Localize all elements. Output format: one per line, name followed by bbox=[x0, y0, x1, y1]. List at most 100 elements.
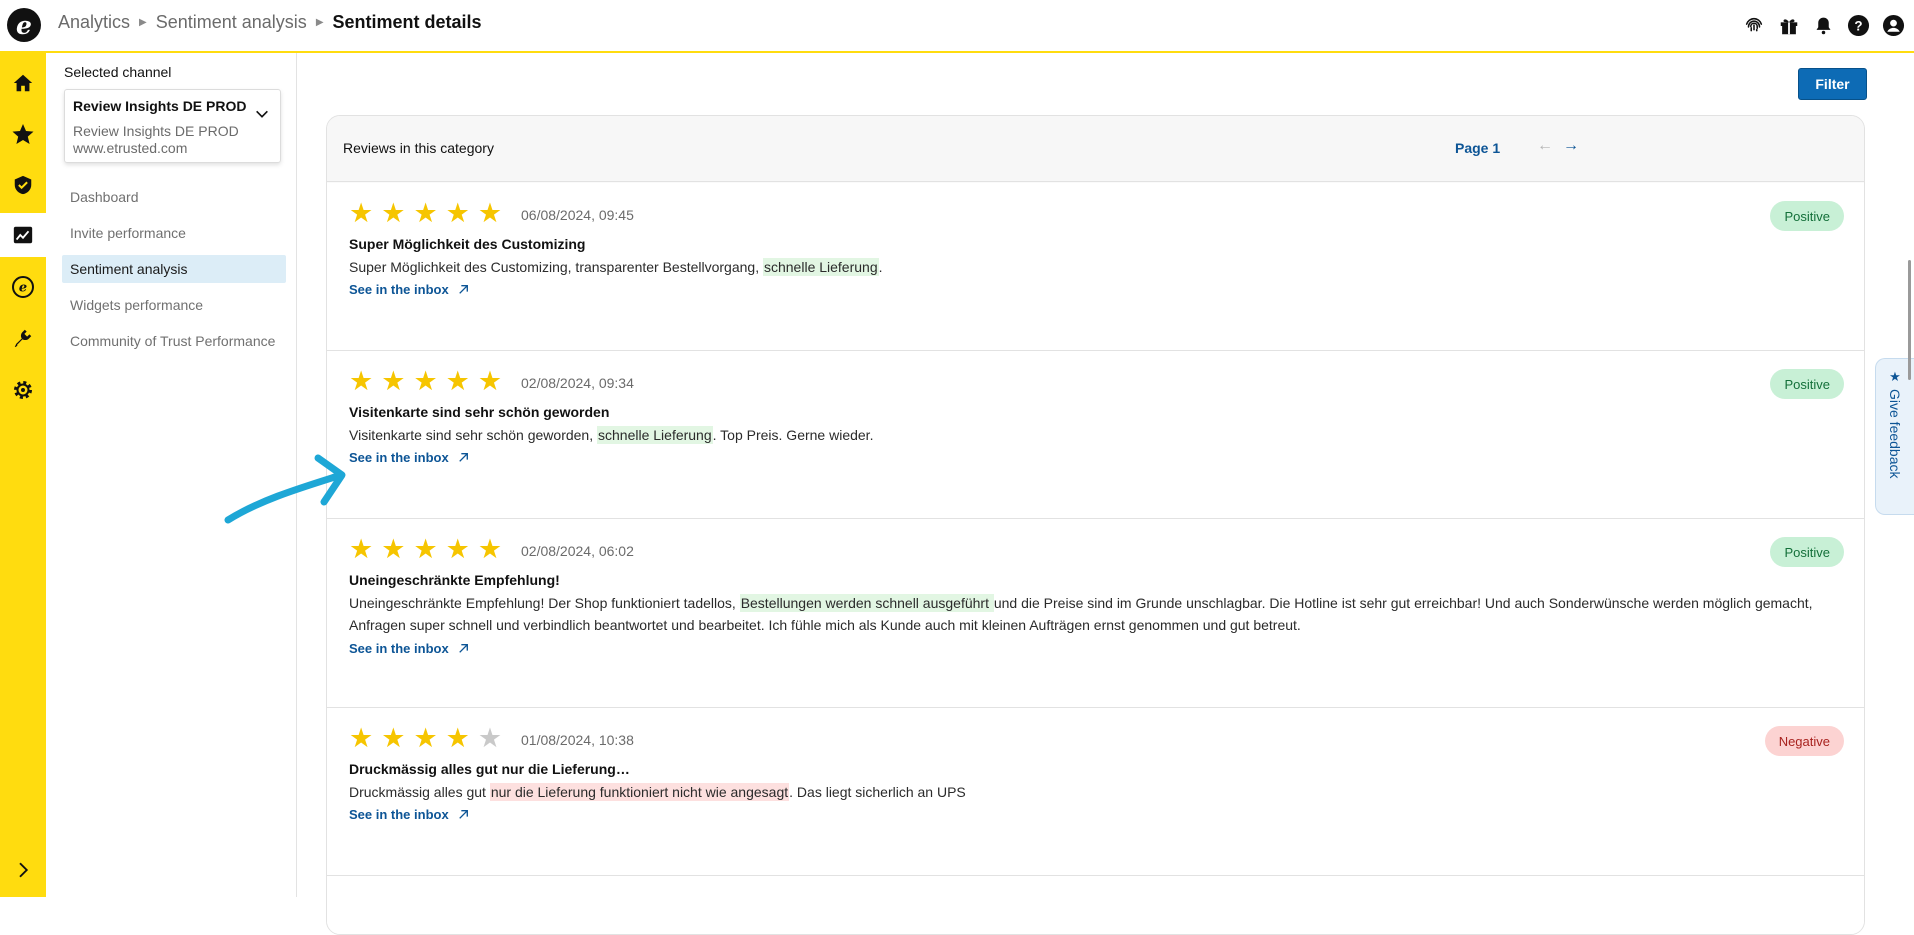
star-icon: ★ bbox=[381, 198, 406, 228]
star-icon: ★ bbox=[1889, 369, 1901, 384]
positive-highlight: schnelle Lieferung bbox=[597, 426, 713, 444]
rail-expand[interactable] bbox=[0, 848, 46, 892]
negative-highlight: nur die Lieferung funktioniert nicht wie… bbox=[489, 783, 790, 801]
review-text: Druckmässig alles gut nur die Lieferung … bbox=[349, 783, 966, 801]
see-in-inbox-link[interactable]: See in the inbox bbox=[349, 641, 470, 656]
etrusted-logo-icon: e bbox=[12, 276, 34, 298]
svg-text:e: e bbox=[19, 281, 27, 296]
review-text: Uneingeschränkte Empfehlung! Der Shop fu… bbox=[349, 594, 1813, 633]
sentiment-badge: Positive bbox=[1770, 369, 1844, 399]
star-icon: ★ bbox=[477, 198, 503, 228]
header-icons: ? bbox=[1741, 13, 1906, 38]
star-icon: ★ bbox=[349, 534, 374, 564]
channel-sub-name: Review Insights DE PROD bbox=[73, 123, 239, 139]
sidebar-nav: Dashboard Invite performance Sentiment a… bbox=[62, 183, 286, 363]
review-date: 01/08/2024, 10:38 bbox=[521, 732, 634, 748]
star-icon: ★ bbox=[477, 534, 503, 564]
see-in-inbox-link[interactable]: See in the inbox bbox=[349, 807, 470, 822]
breadcrumb-analytics[interactable]: Analytics bbox=[58, 12, 130, 33]
channel-selector[interactable]: Review Insights DE PROD Review Insights … bbox=[64, 89, 281, 163]
review-title: Uneingeschränkte Empfehlung! bbox=[349, 572, 560, 588]
sidebar-item-community-of-trust[interactable]: Community of Trust Performance bbox=[62, 327, 286, 355]
star-icon: ★ bbox=[477, 366, 503, 396]
breadcrumb: Analytics ▶ Sentiment analysis ▶ Sentime… bbox=[58, 12, 482, 33]
rail-integrations[interactable] bbox=[0, 316, 46, 360]
gear-icon bbox=[14, 381, 32, 399]
page-title: Sentiment details bbox=[332, 12, 482, 32]
home-icon bbox=[13, 74, 33, 92]
previous-page-arrow-icon[interactable]: ← bbox=[1537, 137, 1553, 155]
star-icon: ★ bbox=[413, 366, 438, 396]
star-icon: ★ bbox=[349, 366, 374, 396]
star-icon: ★ bbox=[413, 723, 438, 753]
star-icon: ★ bbox=[349, 723, 374, 753]
reviews-card-title: Reviews in this category bbox=[343, 140, 494, 156]
shield-check-icon bbox=[14, 175, 32, 195]
page-indicator: Page 1 bbox=[1455, 140, 1501, 156]
star-icon: ★ bbox=[445, 534, 470, 564]
review-date: 06/08/2024, 09:45 bbox=[521, 207, 634, 223]
annotation-arrow-icon bbox=[224, 454, 346, 524]
review-item: ★ ★ ★ ★ ★ 06/08/2024, 09:45 Super Möglichkei… bbox=[327, 183, 1864, 351]
review-title: Visitenkarte sind sehr schön geworden bbox=[349, 404, 610, 420]
plug-icon bbox=[14, 329, 32, 348]
channel-name: Review Insights DE PROD bbox=[73, 98, 247, 114]
star-icon: ★ bbox=[445, 723, 470, 753]
star-icon: ★ bbox=[381, 723, 406, 753]
breadcrumb-separator-icon: ▶ bbox=[139, 17, 147, 28]
user-icon[interactable] bbox=[1881, 13, 1906, 38]
sidebar-item-invite-performance[interactable]: Invite performance bbox=[62, 219, 286, 247]
sidebar-item-sentiment-analysis[interactable]: Sentiment analysis bbox=[62, 255, 286, 283]
channel-domain: www.etrusted.com bbox=[73, 140, 188, 156]
page-scrollbar[interactable] bbox=[1908, 260, 1911, 380]
positive-highlight: Bestellungen werden schnell ausgeführt bbox=[739, 594, 994, 612]
external-link-arrow-icon bbox=[458, 810, 468, 819]
rail-settings[interactable] bbox=[0, 368, 46, 412]
bell-icon[interactable] bbox=[1811, 13, 1836, 38]
rail-etrusted[interactable]: e bbox=[0, 265, 46, 309]
review-item bbox=[327, 876, 1864, 934]
review-date: 02/08/2024, 06:02 bbox=[521, 543, 634, 559]
star-empty-icon: ★ bbox=[477, 723, 503, 753]
svg-text:?: ? bbox=[1854, 18, 1862, 33]
filter-button[interactable]: Filter bbox=[1798, 68, 1867, 100]
external-link-arrow-icon bbox=[458, 285, 468, 294]
star-icon: ★ bbox=[413, 534, 438, 564]
external-link-arrow-icon bbox=[458, 453, 468, 462]
rail-analytics[interactable] bbox=[0, 213, 46, 257]
star-rating: ★ ★ ★ ★ ★ bbox=[349, 536, 502, 563]
reviews-card-header: Reviews in this category Page 1 ← → bbox=[327, 116, 1864, 182]
analytics-chart-icon bbox=[13, 226, 33, 244]
star-icon bbox=[12, 124, 34, 144]
next-page-arrow-icon[interactable]: → bbox=[1563, 137, 1579, 155]
see-in-inbox-link[interactable]: See in the inbox bbox=[349, 282, 470, 297]
sentiment-badge: Positive bbox=[1770, 537, 1844, 567]
sentiment-badge: Negative bbox=[1764, 726, 1844, 756]
rail-reviews[interactable] bbox=[0, 112, 46, 156]
star-icon: ★ bbox=[445, 198, 470, 228]
sidebar-item-widgets-performance[interactable]: Widgets performance bbox=[62, 291, 286, 319]
sidebar-item-dashboard[interactable]: Dashboard bbox=[62, 183, 286, 211]
sentiment-badge: Positive bbox=[1770, 201, 1844, 231]
star-icon: ★ bbox=[445, 366, 470, 396]
rail-home[interactable] bbox=[0, 61, 46, 105]
give-feedback-tab[interactable]: ★ Give feedback bbox=[1875, 358, 1914, 515]
external-link-arrow-icon bbox=[458, 644, 468, 653]
review-item: ★ ★ ★ ★ ★ 01/08/2024, 10:38 Druckmässig alle… bbox=[327, 708, 1864, 876]
review-date: 02/08/2024, 09:34 bbox=[521, 375, 634, 391]
reviews-card: Reviews in this category Page 1 ← → ★ ★ ★ ★… bbox=[326, 115, 1865, 935]
selected-channel-label: Selected channel bbox=[64, 64, 172, 80]
positive-highlight: schnelle Lieferung bbox=[762, 258, 879, 276]
help-icon[interactable]: ? bbox=[1846, 13, 1871, 38]
gift-icon[interactable] bbox=[1776, 13, 1801, 38]
star-rating: ★ ★ ★ ★ ★ bbox=[349, 368, 502, 395]
chevron-right-icon bbox=[19, 862, 29, 878]
breadcrumb-separator-icon: ▶ bbox=[315, 17, 324, 28]
fingerprint-icon[interactable] bbox=[1741, 13, 1766, 38]
see-in-inbox-link[interactable]: See in the inbox bbox=[349, 450, 470, 465]
give-feedback-label: Give feedback bbox=[1887, 389, 1903, 479]
review-text: Visitenkarte sind sehr schön geworden, s… bbox=[349, 426, 874, 444]
rail-trust[interactable] bbox=[0, 163, 46, 207]
breadcrumb-sentiment-analysis[interactable]: Sentiment analysis bbox=[156, 12, 307, 33]
etrusted-logo[interactable]: e bbox=[7, 8, 41, 42]
